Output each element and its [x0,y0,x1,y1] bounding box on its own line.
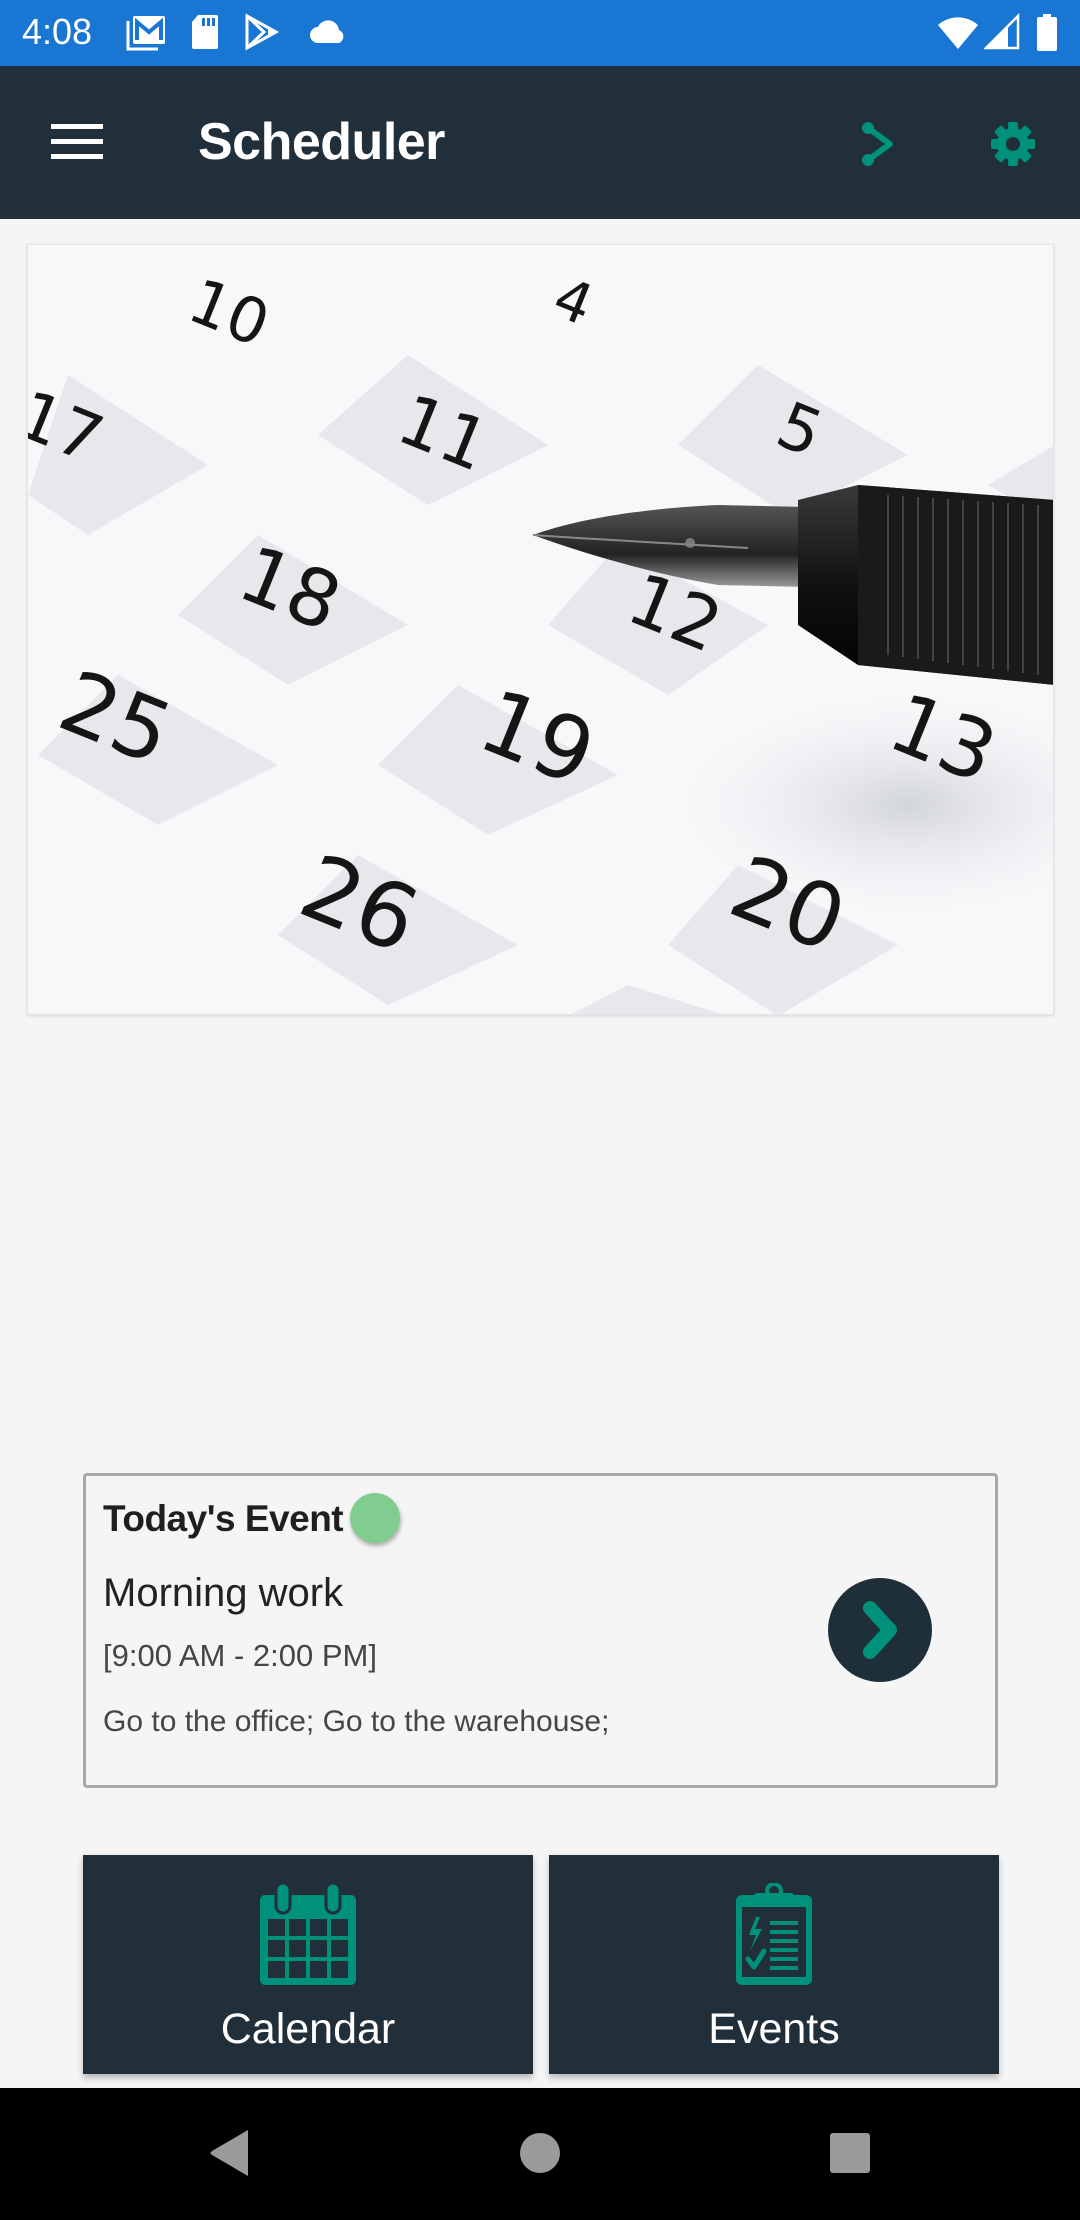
sd-card-icon [192,15,218,49]
event-status-indicator [350,1493,400,1543]
home-button[interactable] [500,2118,580,2188]
status-bar: 4:08 [0,0,1080,66]
gmail-icon [126,16,165,51]
calendar-pen-illustration: 10 4 17 11 5 18 12 25 19 13 26 20 [28,245,1053,1014]
calendar-icon [260,1883,356,1985]
cellular-signal-icon [984,13,1020,50]
event-title: Morning work [103,1571,344,1615]
hero-calendar-image: 10 4 17 11 5 18 12 25 19 13 26 20 [27,244,1054,1015]
settings-button[interactable] [980,114,1040,174]
menu-button[interactable] [40,116,114,168]
hamburger-menu-icon [51,124,103,159]
home-circle-icon [520,2133,560,2173]
recents-button[interactable] [810,2118,890,2188]
battery-icon [1037,14,1057,51]
status-time: 4:08 [22,11,93,52]
share-button[interactable] [852,114,912,174]
app-bar: Scheduler [0,66,1080,219]
calendar-tile-button[interactable]: Calendar [83,1855,533,2074]
todays-event-card[interactable]: Today's Event Morning work [9:00 AM - 2:… [83,1473,998,1788]
back-triangle-icon [210,2130,248,2176]
events-tile-label: Events [708,2005,840,2053]
calendar-tile-label: Calendar [220,2005,396,2053]
app-title: Scheduler [198,113,445,171]
clipboard-checklist-icon [736,1883,812,1985]
chevron-right-icon [863,1601,897,1659]
system-nav-bar [0,2088,1080,2220]
cloud-icon [310,20,344,43]
share-icon [862,122,893,166]
back-button[interactable] [190,2118,270,2188]
gear-icon [991,122,1035,166]
event-card-heading: Today's Event [103,1498,344,1539]
event-time-range: [9:00 AM - 2:00 PM] [103,1638,377,1673]
open-event-button[interactable] [828,1578,932,1682]
events-tile-button[interactable]: Events [549,1855,999,2074]
event-description: Go to the office; Go to the warehouse; [103,1705,610,1738]
wifi-icon [938,17,978,49]
recents-square-icon [830,2133,870,2173]
play-store-icon [245,13,280,51]
